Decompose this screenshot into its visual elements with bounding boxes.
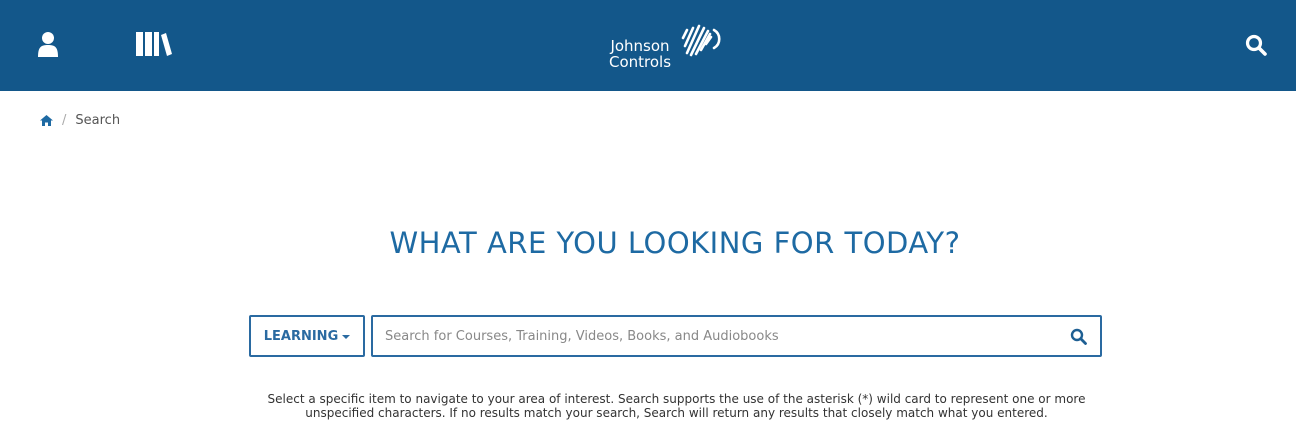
search-help-text: Select a specific item to navigate to yo… xyxy=(267,392,1086,420)
logo-mark-icon xyxy=(681,24,721,57)
search-scope-dropdown[interactable]: LEARNING xyxy=(249,315,365,357)
top-navigation-bar: Johnson Controls xyxy=(0,0,1296,91)
breadcrumb: / Search xyxy=(40,111,120,129)
company-logo[interactable]: Johnson Controls xyxy=(595,22,735,78)
search-scope-label: LEARNING xyxy=(263,328,339,344)
breadcrumb-separator: / xyxy=(62,112,67,128)
search-box xyxy=(371,315,1102,357)
library-icon[interactable] xyxy=(136,32,172,56)
breadcrumb-current: Search xyxy=(75,112,121,128)
user-icon[interactable] xyxy=(37,32,59,57)
search-icon[interactable] xyxy=(1245,34,1267,56)
caret-down-icon xyxy=(342,335,351,339)
logo-wordmark: Johnson Controls xyxy=(608,37,672,71)
search-input[interactable] xyxy=(385,325,1055,347)
search-submit-icon[interactable] xyxy=(1070,328,1087,345)
page-headline: WHAT ARE YOU LOOKING FOR TODAY? xyxy=(389,226,961,260)
home-icon[interactable] xyxy=(40,114,53,126)
